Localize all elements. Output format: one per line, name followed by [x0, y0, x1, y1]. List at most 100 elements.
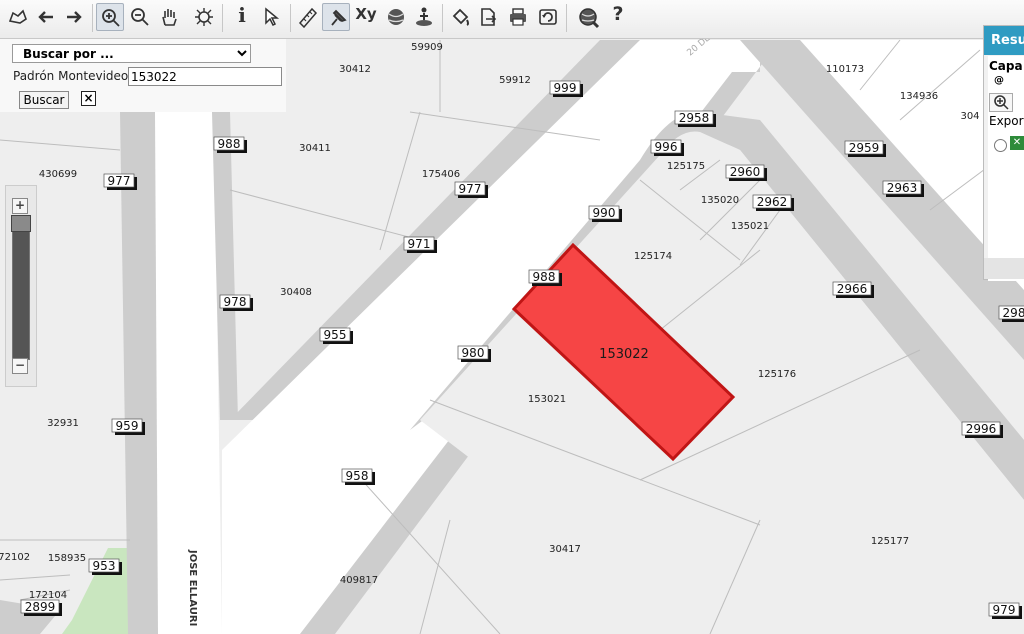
pan-hand-icon[interactable]	[156, 3, 184, 31]
search-button[interactable]: Buscar	[19, 91, 69, 109]
clear-search-icon[interactable]: ×	[81, 91, 96, 106]
house-number-label: 959	[116, 419, 139, 433]
info-icon[interactable]: i	[228, 3, 256, 31]
zoom-out-icon[interactable]	[126, 3, 154, 31]
house-number-tag: 953	[88, 558, 122, 575]
parcel-label: 59909	[411, 42, 443, 53]
house-number-tag: 958	[341, 468, 375, 485]
house-number-label: 996	[655, 140, 678, 154]
house-number-tag: 2899	[20, 599, 62, 616]
house-number-label: 953	[93, 559, 116, 573]
house-number-label: 980	[462, 346, 485, 360]
house-number-tag: 2963	[882, 180, 924, 197]
zoom-in-icon[interactable]	[96, 3, 124, 31]
location-person-icon[interactable]	[410, 3, 438, 31]
home-extent-icon[interactable]	[4, 3, 32, 31]
export-radio[interactable]	[994, 139, 1007, 152]
refresh-icon[interactable]	[534, 3, 562, 31]
house-number-label: 990	[593, 206, 616, 220]
house-number-label: 988	[533, 270, 556, 284]
back-icon[interactable]	[32, 3, 60, 31]
pin-icon[interactable]	[322, 3, 350, 31]
house-number-label: 958	[346, 469, 369, 483]
search-type-select[interactable]: Buscar por ...	[12, 44, 251, 63]
zoom-plus-button[interactable]: +	[12, 198, 28, 214]
house-number-label: 2963	[887, 181, 918, 195]
export-document-icon[interactable]	[474, 3, 502, 31]
house-number-tag: 990	[588, 205, 622, 222]
parcel-label: 32931	[47, 418, 79, 429]
street-label-vertical: JOSE ELLAURI	[187, 549, 198, 626]
zoom-slider: + −	[5, 185, 37, 387]
results-panel: Resul Capa @ Export ✕	[983, 25, 1024, 281]
fill-bucket-icon[interactable]	[446, 3, 474, 31]
layers-globe-icon[interactable]	[382, 3, 410, 31]
house-number-label: 977	[108, 174, 131, 188]
house-number-label: 979	[993, 603, 1016, 617]
house-number-tag: 2958	[674, 110, 716, 127]
parcel-label: 30417	[549, 544, 581, 555]
highlighted-parcel-label: 153022	[599, 347, 649, 362]
print-icon[interactable]	[504, 3, 532, 31]
house-number-label: 971	[408, 237, 431, 251]
parcel-label: 409817	[340, 575, 378, 586]
house-number-tag: 2962	[752, 194, 794, 211]
house-number-label: 2960	[730, 165, 761, 179]
layer-label: Capa	[989, 59, 1023, 73]
house-number-tag: 988	[213, 136, 247, 153]
house-number-tag: 2966	[832, 281, 874, 298]
parcel-label: 30412	[339, 64, 371, 75]
house-number-tag: 988	[528, 269, 562, 286]
help-icon[interactable]: ?	[604, 3, 632, 31]
house-number-tag: 980	[457, 345, 491, 362]
zoom-handle[interactable]	[11, 215, 31, 232]
results-title: Resul	[984, 26, 1024, 55]
parcel-label: 304	[960, 111, 979, 122]
house-number-tag: 298	[998, 305, 1024, 322]
search-panel: Buscar por ... Padrón Montevideo Buscar …	[0, 38, 286, 112]
forward-icon[interactable]	[60, 3, 88, 31]
house-number-tag: 977	[454, 181, 488, 198]
zoom-extent-icon[interactable]	[190, 3, 218, 31]
zoom-in-icon	[994, 95, 1009, 110]
map-toolbar: i Xy ?	[0, 0, 1024, 39]
parcel-label: 125175	[667, 161, 705, 172]
parcel-label: 110173	[826, 64, 864, 75]
house-number-tag: 977	[103, 173, 137, 190]
house-number-label: 2958	[679, 111, 710, 125]
parcel-label: 135020	[701, 195, 739, 206]
house-number-label: 2962	[757, 195, 788, 209]
export-label: Export	[989, 114, 1024, 128]
parcel-label: 59912	[499, 75, 531, 86]
parcel-label: 158935	[48, 553, 86, 564]
house-number-label: 999	[554, 81, 577, 95]
house-number-tag: 955	[319, 327, 353, 344]
select-arrow-icon[interactable]	[258, 3, 286, 31]
house-number-tag: 2960	[725, 164, 767, 181]
house-number-label: 978	[224, 295, 247, 309]
zoom-track[interactable]	[12, 218, 30, 360]
house-number-tag: 2959	[844, 140, 886, 157]
results-footer	[984, 258, 1024, 279]
house-number-tag: 996	[650, 139, 684, 156]
house-number-label: 298	[1003, 306, 1024, 320]
xy-coordinates-icon[interactable]: Xy	[352, 3, 380, 31]
house-number-label: 977	[459, 182, 482, 196]
measure-ruler-icon[interactable]	[294, 3, 322, 31]
parcel-label: 125174	[634, 251, 672, 262]
zoom-minus-button[interactable]: −	[12, 358, 28, 374]
parcel-label: 134936	[900, 91, 938, 102]
house-number-tag: 971	[403, 236, 437, 253]
house-number-tag: 979	[988, 602, 1022, 619]
house-number-label: 2966	[837, 282, 868, 296]
parcel-label: 175406	[422, 169, 460, 180]
zoom-to-result-button[interactable]	[989, 93, 1013, 112]
house-number-label: 988	[218, 137, 241, 151]
padron-input[interactable]	[128, 67, 282, 86]
house-number-label: 2899	[25, 600, 56, 614]
parcel-label: 430699	[39, 169, 77, 180]
padron-label: Padrón Montevideo	[13, 69, 129, 83]
excel-icon[interactable]: ✕	[1010, 136, 1024, 150]
search-globe-icon[interactable]	[574, 3, 602, 31]
parcel-label: 30408	[280, 287, 312, 298]
